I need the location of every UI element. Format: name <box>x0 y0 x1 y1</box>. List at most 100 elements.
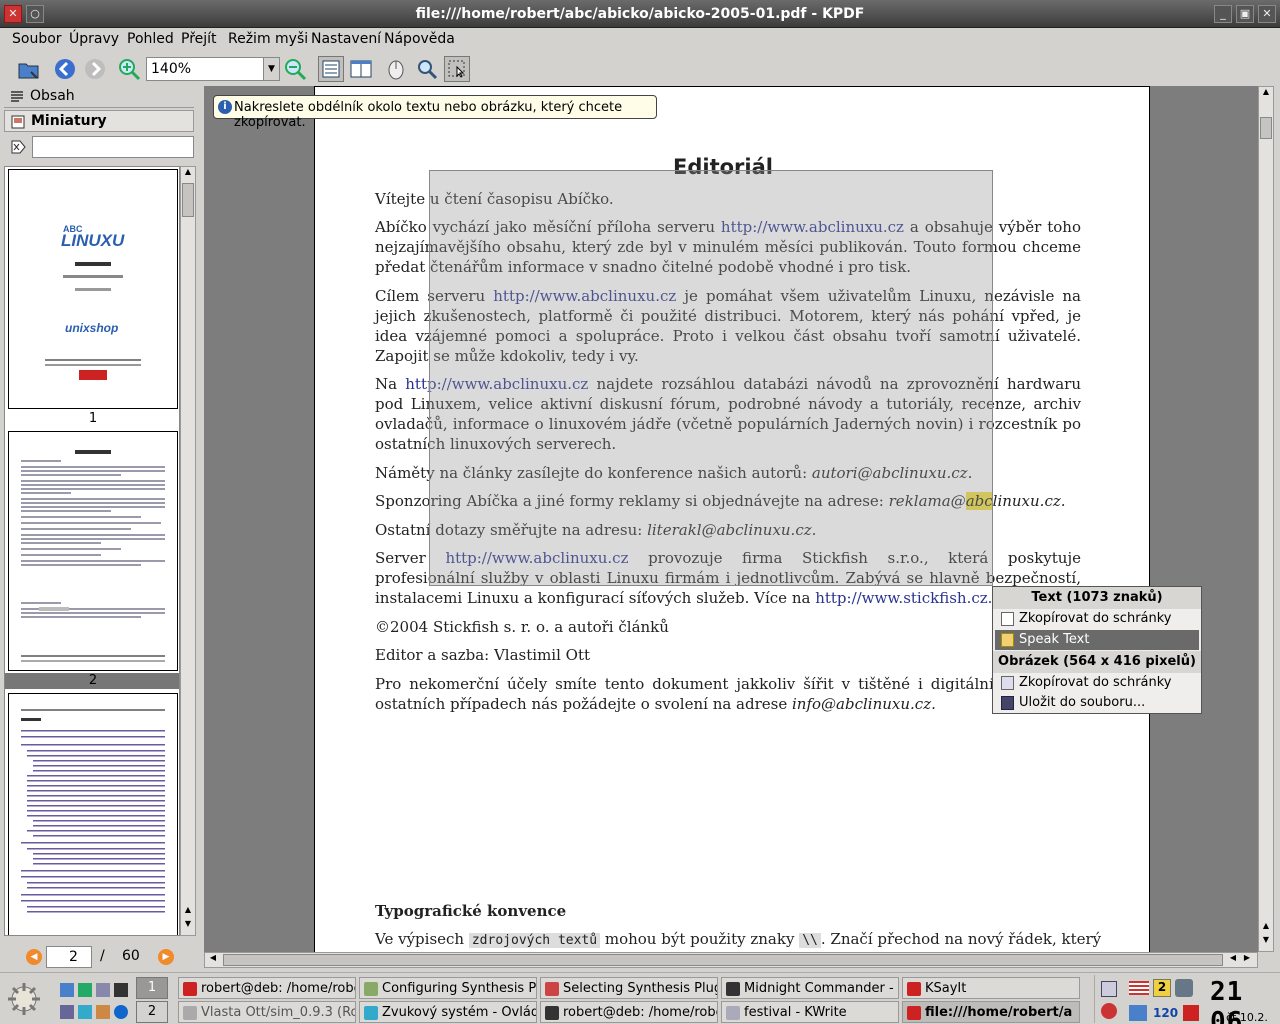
title-bar[interactable]: ✕ ○ file:///home/robert/abc/abicko/abick… <box>0 0 1280 28</box>
zoom-in-icon[interactable] <box>116 56 142 82</box>
scroll-right-icon[interactable]: ▶ <box>1241 953 1253 967</box>
tab-thumbnails[interactable]: Miniatury <box>4 110 194 132</box>
maximize-button[interactable]: ▣ <box>1236 5 1254 23</box>
task-ksayit[interactable]: KSayIt <box>902 977 1080 999</box>
link-stickfish[interactable]: http://www.stickfish.cz. <box>815 589 992 607</box>
paragraph-license: Pro nekomerční účely smíte tento dokumen… <box>375 675 1081 713</box>
menu-settings[interactable]: Nastavení <box>311 31 381 47</box>
system-tray: 2 120 <box>1094 975 1206 1023</box>
desktop-1[interactable]: 1 <box>136 977 168 999</box>
settings-icon <box>364 982 378 996</box>
scroll-left-icon[interactable]: ◀ <box>1227 953 1239 967</box>
chevron-down-icon[interactable]: ▼ <box>263 58 279 80</box>
task-sound-system[interactable]: Zvukový systém - Ovládac <box>359 1001 537 1023</box>
speaker-icon <box>364 1006 378 1020</box>
cpu-monitor-icon[interactable] <box>1129 1005 1147 1021</box>
menu-edit[interactable]: Úpravy <box>69 31 119 47</box>
mail-icon[interactable] <box>96 983 110 997</box>
page-number-input[interactable]: 2 <box>46 946 92 968</box>
paragraph-copyright: ©2004 Stickfish s. r. o. a autoři článků <box>375 618 669 636</box>
save-image-item[interactable]: Uložit do souboru... <box>995 693 1199 713</box>
scroll-thumb[interactable] <box>223 954 1223 966</box>
browser-icon[interactable] <box>114 1005 128 1019</box>
task-terminal-2[interactable]: robert@deb: /home/rober <box>540 1001 718 1023</box>
clear-search-icon[interactable] <box>10 140 26 154</box>
section-heading: Typografické konvence <box>375 902 567 920</box>
zoom-mode-icon[interactable] <box>414 56 440 82</box>
menu-help[interactable]: Nápověda <box>384 31 455 47</box>
tab-contents[interactable]: Obsah <box>4 86 194 108</box>
clipboard-icon[interactable] <box>1175 979 1193 997</box>
minimize-button[interactable]: _ <box>1214 5 1232 23</box>
scroll-thumb[interactable] <box>182 183 194 217</box>
forward-icon[interactable] <box>82 56 108 82</box>
copy-image-item[interactable]: Zkopírovat do schránky <box>995 673 1199 693</box>
kpdf-tray-icon[interactable] <box>1183 1005 1199 1021</box>
task-terminal-1[interactable]: robert@deb: /home/rober <box>178 977 356 999</box>
browse-mode-icon[interactable] <box>383 56 409 82</box>
zoom-combobox[interactable]: 140% ▼ <box>146 57 280 81</box>
task-sim-chat[interactable]: Vlasta Ott/sim_0.9.3 (Roz <box>178 1001 356 1023</box>
horizontal-scrollbar[interactable]: ◀ ◀ ▶ <box>204 952 1258 968</box>
us-flag-icon[interactable] <box>1129 981 1149 995</box>
open-folder-icon[interactable] <box>16 56 42 82</box>
scroll-up-icon[interactable]: ▲ <box>181 167 195 181</box>
thumbnail-page-1[interactable]: ABC LINUXU unixshop <box>8 169 178 409</box>
taskbar: 1 2 robert@deb: /home/rober Configuring … <box>0 972 1280 1024</box>
network-icon[interactable] <box>78 1005 92 1019</box>
task-midnight-commander[interactable]: Midnight Commander - Kor <box>721 977 899 999</box>
task-selecting-synthesis[interactable]: Selecting Synthesis Plugins <box>540 977 718 999</box>
files-icon[interactable] <box>60 1005 74 1019</box>
close-button[interactable]: ✕ <box>1258 5 1276 23</box>
thumbnail-search-input[interactable] <box>32 136 194 158</box>
window-title: file:///home/robert/abc/abicko/abicko-20… <box>415 6 865 22</box>
page-3-preview <box>21 709 165 913</box>
chat-icon <box>183 1006 197 1020</box>
select-mode-icon[interactable] <box>444 56 470 82</box>
previous-page-icon[interactable]: ◀ <box>26 949 42 965</box>
continuous-view-icon[interactable] <box>318 56 344 82</box>
home-icon[interactable] <box>60 983 74 997</box>
scroll-down-icon[interactable]: ▼ <box>181 919 195 933</box>
back-icon[interactable] <box>52 56 78 82</box>
thumbnail-scrollbar[interactable]: ▲ ▲ ▼ <box>180 166 196 936</box>
desktop-2[interactable]: 2 <box>136 1001 168 1023</box>
next-page-icon[interactable]: ▶ <box>158 949 174 965</box>
thumbnail-page-2[interactable] <box>8 431 178 671</box>
menu-file[interactable]: Soubor <box>12 31 62 47</box>
scroll-down-icon[interactable]: ▼ <box>1259 935 1273 949</box>
info-icon: i <box>218 100 232 114</box>
power-icon[interactable] <box>1101 1003 1117 1019</box>
scroll-up-icon[interactable]: ▲ <box>181 905 195 919</box>
zoom-out-icon[interactable] <box>282 56 308 82</box>
page-2-preview <box>21 450 165 662</box>
scroll-up-icon[interactable]: ▲ <box>1259 921 1273 935</box>
editor-icon[interactable] <box>96 1005 110 1019</box>
menu-go[interactable]: Přejít <box>181 31 217 47</box>
kpdf-icon <box>907 1006 921 1020</box>
menu-mouse-mode[interactable]: Režim myši <box>228 31 308 47</box>
task-kwrite[interactable]: festival - KWrite <box>721 1001 899 1023</box>
scroll-up-icon[interactable]: ▲ <box>1259 87 1273 101</box>
copy-text-item[interactable]: Zkopírovat do schránky <box>995 609 1199 629</box>
task-kpdf[interactable]: file:///home/robert/a <box>902 1001 1080 1023</box>
notification-badge[interactable]: 2 <box>1153 979 1171 997</box>
lock-icon[interactable] <box>1101 981 1117 997</box>
document-view[interactable]: Editoriál Vítejte u čtení časopisu Abíčk… <box>204 86 1258 952</box>
scroll-left-icon[interactable]: ◀ <box>207 953 219 967</box>
image-icon <box>1001 676 1014 690</box>
total-pages: 60 <box>122 948 140 964</box>
vertical-scrollbar[interactable]: ▲ ▲ ▼ <box>1258 86 1274 952</box>
kde-menu-icon[interactable] <box>4 979 44 1019</box>
scroll-thumb[interactable] <box>1260 117 1272 139</box>
selection-rectangle[interactable] <box>429 170 993 586</box>
two-pages-icon[interactable] <box>348 56 374 82</box>
menu-view[interactable]: Pohled <box>127 31 174 47</box>
thumbnail-page-3[interactable] <box>8 693 178 935</box>
konqueror-icon[interactable] <box>78 983 92 997</box>
frequency-readout: 120 <box>1153 1006 1179 1020</box>
task-configuring-synthesis[interactable]: Configuring Synthesis Plug <box>359 977 537 999</box>
speak-text-item[interactable]: Speak Text <box>995 630 1199 650</box>
terminal-icon[interactable] <box>114 983 128 997</box>
thumbnail-list[interactable]: ABC LINUXU unixshop 1 2 <box>4 166 180 936</box>
